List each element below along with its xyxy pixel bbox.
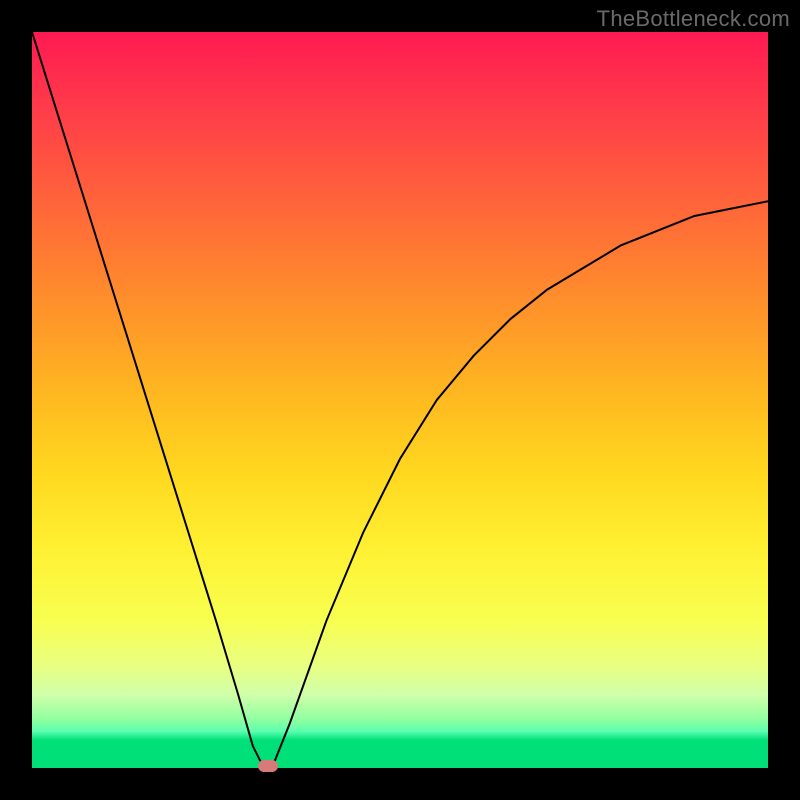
chart-frame: TheBottleneck.com [0,0,800,800]
minimum-marker [258,760,278,772]
bottleneck-curve [32,32,768,768]
plot-area [32,32,768,768]
watermark-text: TheBottleneck.com [597,6,790,32]
